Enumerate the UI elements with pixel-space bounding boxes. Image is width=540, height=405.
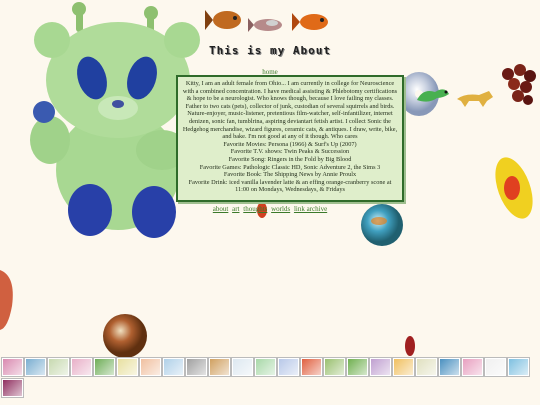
link-about[interactable]: about [213, 205, 229, 213]
stamp-image[interactable] [462, 358, 483, 376]
bio-box: Kitty, I am an adult female from Ohio...… [176, 75, 404, 202]
stamp-image[interactable] [209, 358, 230, 376]
page-title: This is my About [209, 44, 331, 57]
green-lizard-icon [417, 89, 449, 102]
bio-tv: Favorite T.V. shows: Twin Peaks & Succes… [230, 148, 350, 156]
goldfish-icon [205, 10, 241, 30]
stamp-image[interactable] [301, 358, 322, 376]
stamp-image[interactable] [347, 358, 368, 376]
fish-icon [248, 18, 282, 32]
stamp-image[interactable] [140, 358, 161, 376]
yellow-dog-icon [457, 91, 493, 107]
marble-icon [103, 314, 147, 358]
stamp-gallery [2, 358, 532, 397]
stamp-image[interactable] [370, 358, 391, 376]
stamp-image[interactable] [278, 358, 299, 376]
orange-fish-icon [292, 13, 328, 31]
stamp-image[interactable] [324, 358, 345, 376]
bio-drink: Favorite Drink: iced vanilla lavender la… [188, 178, 392, 194]
stamp-image[interactable] [2, 379, 23, 397]
link-art[interactable]: art [232, 205, 239, 213]
bio-song: Favorite Song: Ringers in the Fold by Bi… [228, 155, 352, 163]
stamp-image[interactable] [439, 358, 460, 376]
bio-movies: Favorite Movies: Persona (1966) & Surf's… [223, 140, 357, 148]
yellow-gem-icon [495, 157, 533, 219]
stamp-image[interactable] [232, 358, 253, 376]
bio-intro: Kitty, I am an adult female from Ohio...… [182, 80, 398, 141]
stamp-image[interactable] [2, 358, 23, 376]
stamp-image[interactable] [48, 358, 69, 376]
bio-book: Favorite Book: The Shipping News by Anni… [223, 171, 357, 179]
link-archive[interactable]: link archive [294, 205, 327, 213]
stamp-image[interactable] [485, 358, 506, 376]
link-worlds[interactable]: worlds [271, 205, 290, 213]
nav-bottom-links: about art thoughts worlds link archive [0, 205, 540, 213]
fishing-lure-icon [405, 336, 415, 356]
stamp-image[interactable] [117, 358, 138, 376]
stamp-image[interactable] [94, 358, 115, 376]
stamp-image[interactable] [25, 358, 46, 376]
link-thoughts[interactable]: thoughts [243, 205, 267, 213]
bio-games: Favorite Games: Pathologic Classic HD, S… [199, 163, 381, 171]
stamp-image[interactable] [508, 358, 529, 376]
stamp-image[interactable] [393, 358, 414, 376]
stamp-image[interactable] [255, 358, 276, 376]
stamp-image[interactable] [186, 358, 207, 376]
stamp-image[interactable] [416, 358, 437, 376]
stamp-image[interactable] [163, 358, 184, 376]
red-feather-icon [0, 270, 13, 330]
stamp-image[interactable] [71, 358, 92, 376]
